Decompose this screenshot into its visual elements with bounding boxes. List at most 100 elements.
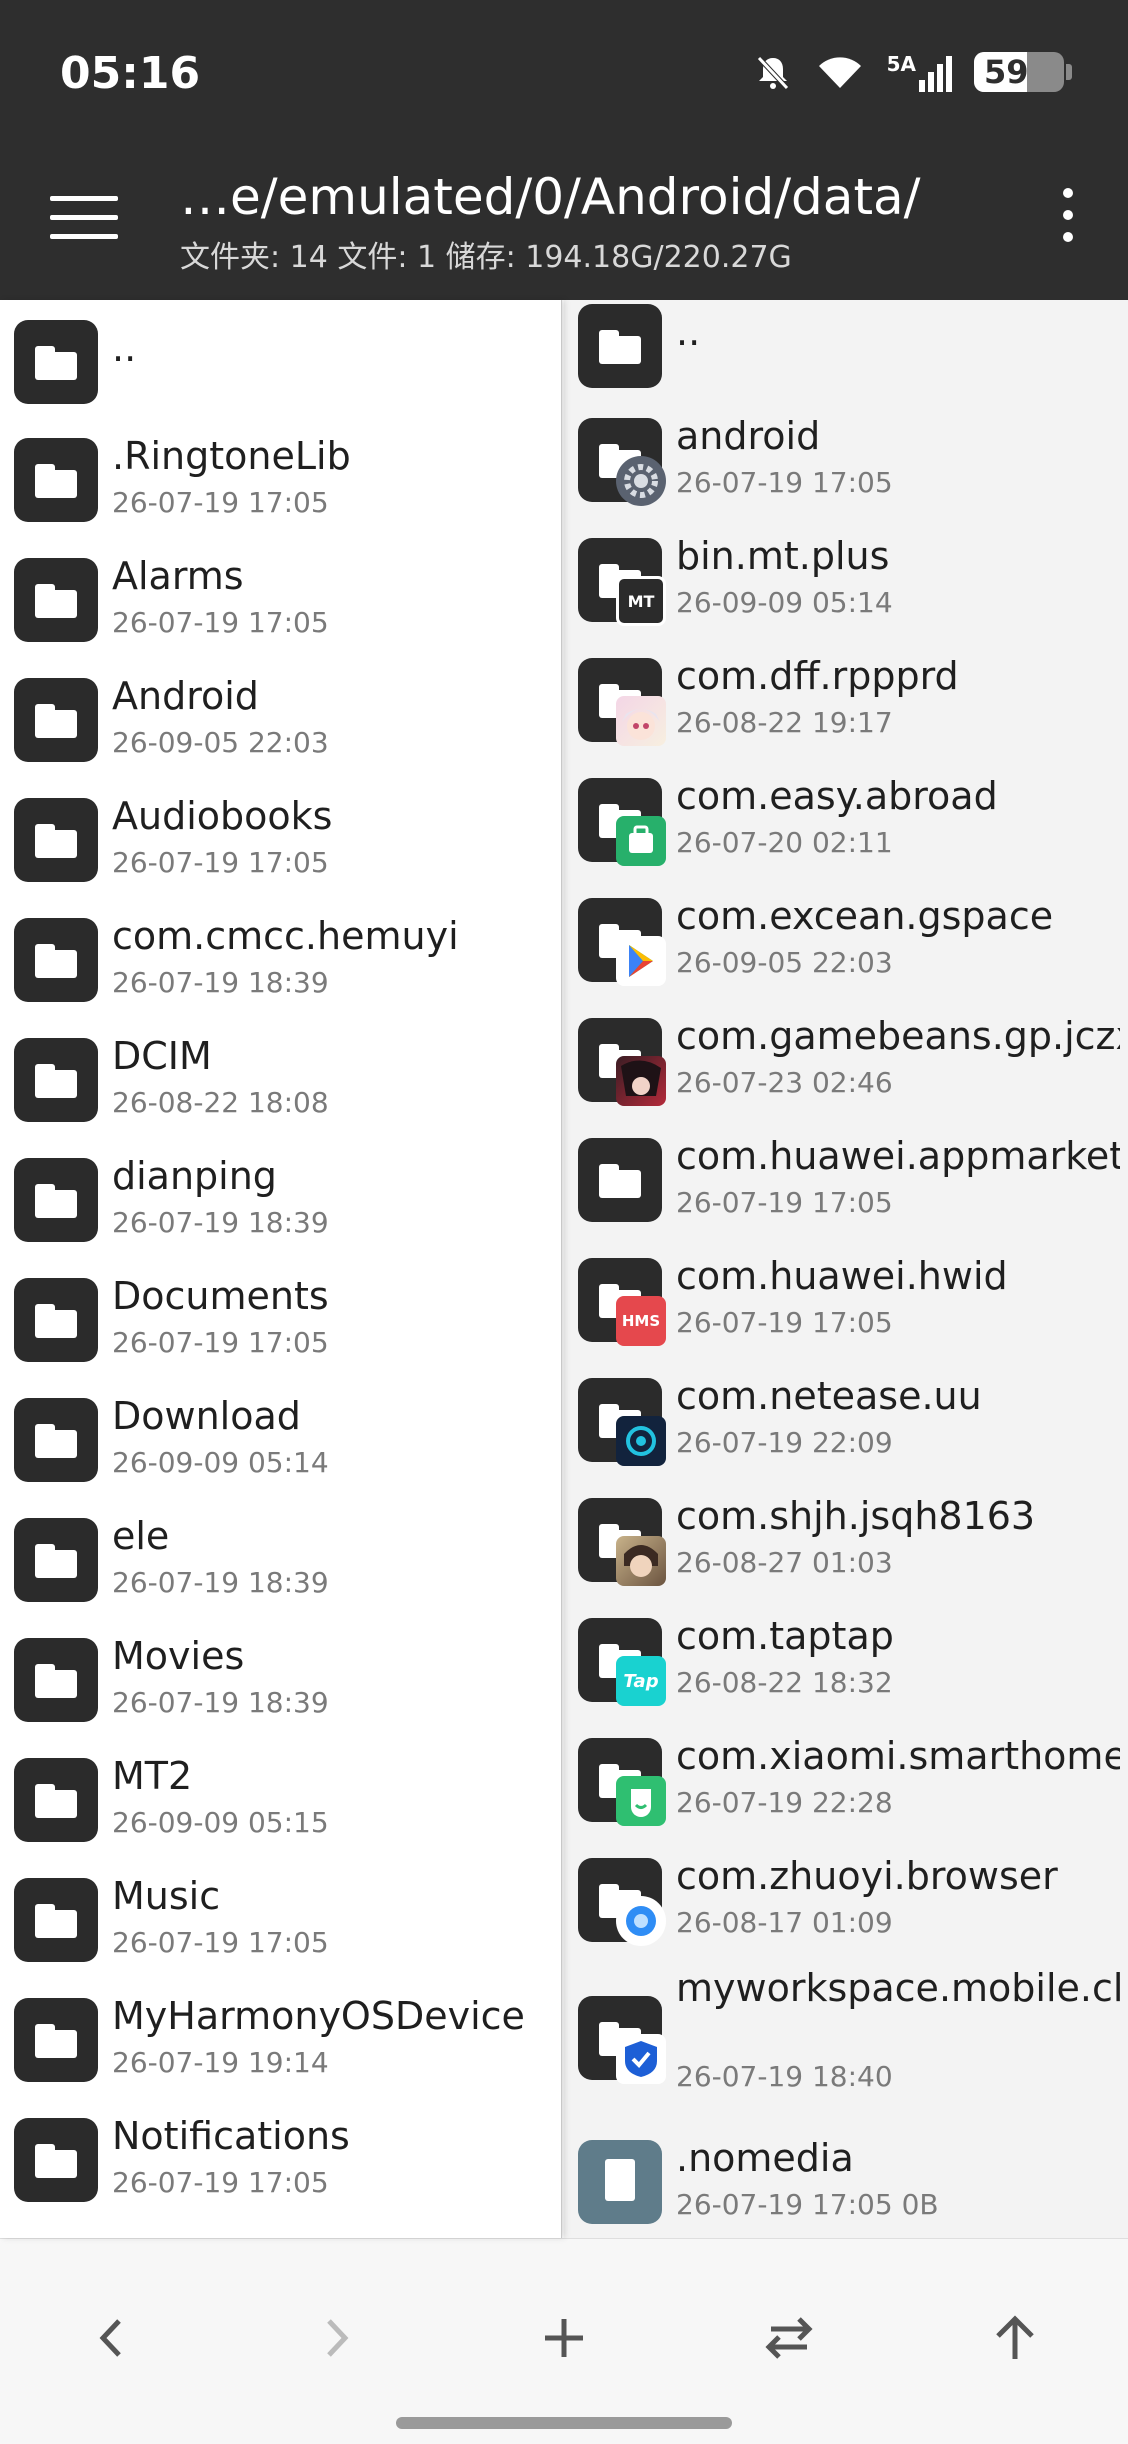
item-name: myworkspace.mobile.clients.android	[676, 1966, 1120, 2010]
list-item[interactable]: com.cmcc.hemuyi 26-07-19 18:39	[0, 900, 561, 1020]
item-date: 26-07-19 17:05	[676, 1186, 893, 1219]
list-item[interactable]: ele 26-07-19 18:39	[0, 1500, 561, 1620]
item-name: Documents	[112, 1274, 329, 1318]
item-date: 26-07-19 22:28	[676, 1786, 893, 1819]
folder-icon	[14, 558, 98, 642]
item-date: 26-07-19 18:40	[676, 2060, 893, 2093]
item-date: 26-07-19 17:05	[676, 1306, 893, 1339]
hms-icon: HMS	[616, 1296, 666, 1346]
item-name: .RingtoneLib	[112, 434, 351, 478]
item-date: 26-09-05 22:03	[112, 726, 329, 759]
add-button[interactable]	[519, 2293, 609, 2383]
item-name: bin.mt.plus	[676, 534, 890, 578]
list-item[interactable]: dianping 26-07-19 18:39	[0, 1140, 561, 1260]
character-avatar-icon	[616, 1536, 666, 1586]
item-date: 26-07-19 22:09	[676, 1426, 893, 1459]
list-item[interactable]: Music 26-07-19 17:05	[0, 1860, 561, 1980]
list-item[interactable]: MyHarmonyOSDevice 26-07-19 19:14	[0, 1980, 561, 2100]
menu-icon[interactable]	[44, 196, 124, 256]
list-item[interactable]: Movies 26-07-19 18:39	[0, 1620, 561, 1740]
wifi-icon	[818, 57, 861, 88]
folder-icon	[578, 658, 666, 746]
item-date: 26-07-19 19:14	[112, 2046, 329, 2079]
right-file-pane[interactable]: .. android 26-07-19 17:05 MT bin.mt.plus…	[564, 300, 1128, 2238]
item-name: com.gamebeans.gp.jczx	[676, 1014, 1120, 1058]
folder-icon: Tap	[578, 1618, 666, 1706]
folder-icon	[14, 320, 98, 404]
home-indicator[interactable]	[396, 2417, 732, 2429]
item-date: 26-07-20 02:11	[676, 826, 893, 859]
item-name: Music	[112, 1874, 221, 1918]
item-name: com.easy.abroad	[676, 774, 998, 818]
taptap-icon: Tap	[616, 1656, 666, 1706]
list-item[interactable]: Download 26-09-09 05:14	[0, 1380, 561, 1500]
item-date: 26-07-19 17:05	[112, 2166, 329, 2199]
forward-button[interactable]	[292, 2293, 382, 2383]
item-name: com.cmcc.hemuyi	[112, 914, 459, 958]
item-name: com.netease.uu	[676, 1374, 982, 1418]
item-name: dianping	[112, 1154, 277, 1198]
back-button[interactable]	[66, 2293, 156, 2383]
item-name: com.dff.rppprd	[676, 654, 959, 698]
status-bar: 05:16 5A 59	[0, 0, 1128, 140]
list-item[interactable]: Tap com.taptap 26-08-22 18:32	[564, 1600, 1128, 1720]
item-name: Android	[112, 674, 259, 718]
swap-panes-button[interactable]	[744, 2293, 834, 2383]
network-type-label: 5A	[886, 52, 916, 76]
list-item[interactable]: myworkspace.mobile.clients.android 26-07…	[564, 1960, 1128, 2120]
item-name: com.huawei.appmarket	[676, 1134, 1120, 1178]
list-item-parent[interactable]: ..	[564, 300, 1128, 406]
list-item[interactable]: .nomedia 26-07-19 17:05 0B	[564, 2122, 1128, 2238]
list-item[interactable]: Android 26-09-05 22:03	[0, 660, 561, 780]
list-item[interactable]: com.excean.gspace 26-09-05 22:03	[564, 880, 1128, 1000]
status-time: 05:16	[60, 48, 201, 99]
list-item[interactable]: DCIM 26-08-22 18:08	[0, 1020, 561, 1140]
list-item[interactable]: android 26-07-19 17:05	[564, 400, 1128, 520]
list-item[interactable]: HMS com.huawei.hwid 26-07-19 17:05	[564, 1240, 1128, 1360]
item-name: com.shjh.jsqh8163	[676, 1494, 1036, 1538]
folder-icon	[14, 1158, 98, 1242]
game-character-icon	[616, 1056, 666, 1106]
item-date: 26-08-22 18:08	[112, 1086, 329, 1119]
item-name: Movies	[112, 1634, 245, 1678]
folder-icon	[14, 678, 98, 762]
more-options-icon[interactable]	[1048, 188, 1088, 258]
battery-level: 59	[984, 53, 1029, 91]
item-date: 26-07-19 17:05	[112, 486, 329, 519]
app-bar: …e/emulated/0/Android/data/ 文件夹: 14 文件: …	[0, 140, 1128, 300]
list-item[interactable]: Audiobooks 26-07-19 17:05	[0, 780, 561, 900]
list-item[interactable]: com.netease.uu 26-07-19 22:09	[564, 1360, 1128, 1480]
left-file-pane[interactable]: .. .RingtoneLib 26-07-19 17:05 Alarms 26…	[0, 300, 562, 2238]
status-icons: 5A 59	[753, 52, 1072, 92]
list-item[interactable]: com.shjh.jsqh8163 26-08-27 01:03	[564, 1480, 1128, 1600]
list-item[interactable]: Documents 26-07-19 17:05	[0, 1260, 561, 1380]
parent-dir-button[interactable]	[970, 2293, 1060, 2383]
path-title: …e/emulated/0/Android/data/	[180, 168, 921, 226]
list-item[interactable]: com.xiaomi.smarthome 26-07-19 22:28	[564, 1720, 1128, 1840]
folder-icon	[14, 1038, 98, 1122]
list-item[interactable]: MT2 26-09-09 05:15	[0, 1740, 561, 1860]
list-item[interactable]: MT bin.mt.plus 26-09-09 05:14	[564, 520, 1128, 640]
list-item[interactable]: Notifications 26-07-19 17:05	[0, 2100, 561, 2220]
cellular-icon: 5A	[887, 52, 952, 92]
uu-booster-icon	[616, 1416, 666, 1466]
list-item[interactable]: com.gamebeans.gp.jczx 26-07-23 02:46	[564, 1000, 1128, 1120]
list-item[interactable]: Alarms 26-07-19 17:05	[0, 540, 561, 660]
item-name: DCIM	[112, 1034, 212, 1078]
list-item-parent[interactable]: ..	[0, 302, 561, 422]
list-item[interactable]: .RingtoneLib 26-07-19 17:05	[0, 420, 561, 540]
item-date: 26-07-19 17:05	[112, 606, 329, 639]
item-name: com.zhuoyi.browser	[676, 1854, 1058, 1898]
list-item[interactable]: com.zhuoyi.browser 26-08-17 01:09	[564, 1840, 1128, 1960]
item-name: com.taptap	[676, 1614, 894, 1658]
item-name: Audiobooks	[112, 794, 333, 838]
list-item[interactable]: com.easy.abroad 26-07-20 02:11	[564, 760, 1128, 880]
item-name: Notifications	[112, 2114, 350, 2158]
hms-label: HMS	[621, 1312, 661, 1330]
item-date: 26-07-19 17:05	[112, 1926, 329, 1959]
settings-gear-icon	[616, 456, 666, 506]
list-item[interactable]: com.dff.rppprd 26-08-22 19:17	[564, 640, 1128, 760]
list-item[interactable]: com.huawei.appmarket 26-07-19 17:05	[564, 1120, 1128, 1240]
chevron-right-icon	[327, 2319, 349, 2357]
workspace-icon	[616, 2034, 666, 2084]
